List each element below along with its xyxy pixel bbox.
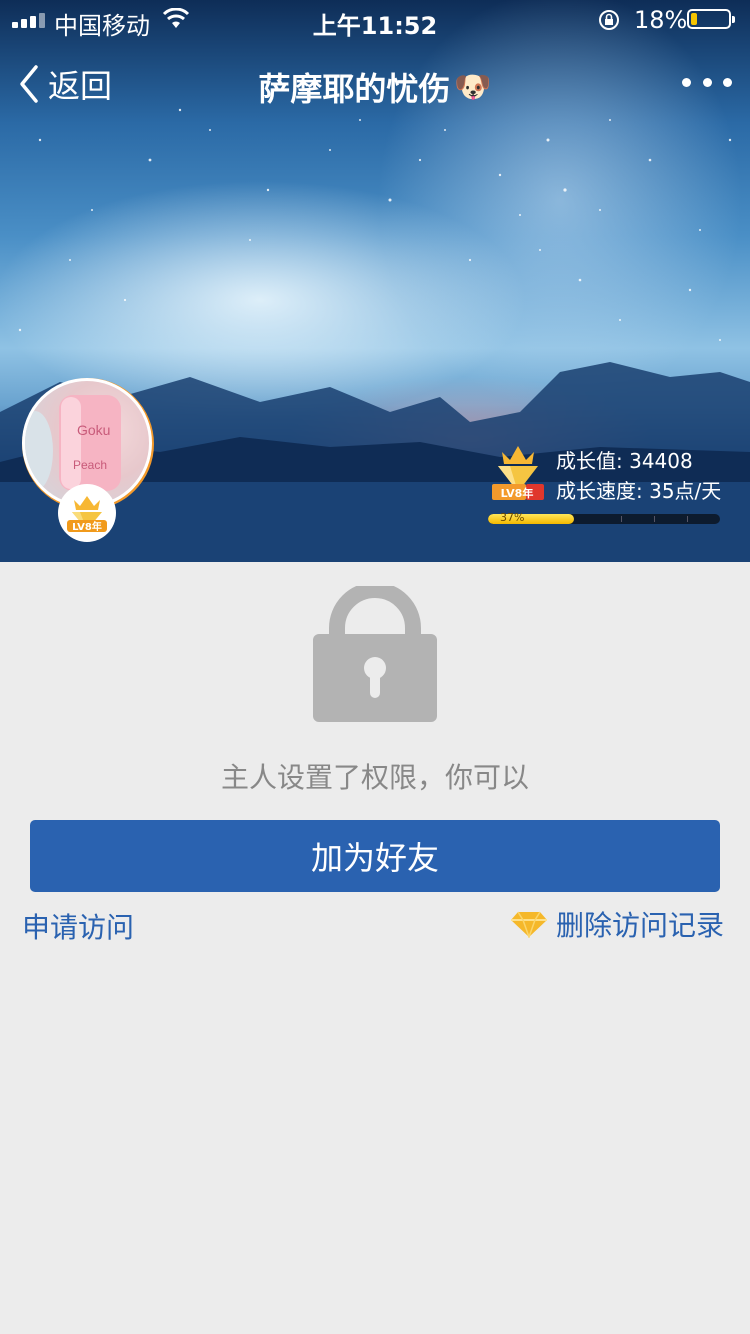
- growth-progress-label: 37%: [500, 511, 525, 524]
- page-title: 萨摩耶的忧伤: [258, 70, 451, 108]
- more-dot: [702, 77, 712, 87]
- growth-value: 成长值: 34408: [556, 449, 693, 473]
- avatar-text-peach: Peach: [73, 458, 107, 472]
- growth-speed: 成长速度: 35点/天: [556, 479, 722, 503]
- battery-level: [691, 13, 698, 25]
- rotation-lock-icon: [599, 10, 619, 30]
- delete-visit-records-link[interactable]: 删除访问记录: [510, 904, 724, 944]
- more-dot: [723, 77, 732, 87]
- battery-icon: [687, 9, 735, 29]
- delete-visit-records-label: 删除访问记录: [555, 909, 724, 942]
- permission-message: 主人设置了权限，你可以: [220, 761, 529, 794]
- vip-badge-label: LV8年: [501, 486, 534, 500]
- avatar-text-goku: Goku: [77, 422, 110, 438]
- battery-percent: 18%: [634, 6, 688, 34]
- vip-level-icon: LV8年: [492, 446, 544, 500]
- crown-diamond-icon: LV8年: [67, 496, 107, 533]
- progress-tick: [687, 516, 688, 522]
- status-bar: 中国移动 上午11:52 18%: [0, 0, 750, 40]
- page-title-bar: 萨摩耶的忧伤 🐶: [0, 64, 750, 110]
- more-button[interactable]: [682, 74, 732, 90]
- progress-tick: [621, 516, 622, 522]
- dog-emoji-icon: 🐶: [454, 69, 492, 105]
- avatar-badge-label: LV8年: [72, 520, 102, 533]
- apply-visit-link[interactable]: 申请访问: [22, 906, 134, 946]
- diamond-icon: [510, 911, 547, 938]
- progress-tick: [654, 516, 655, 522]
- add-friend-button[interactable]: 加为好友: [30, 820, 720, 892]
- lock-icon: [313, 586, 437, 722]
- more-dot: [682, 77, 691, 87]
- avatar-level-badge: LV8年: [58, 484, 116, 542]
